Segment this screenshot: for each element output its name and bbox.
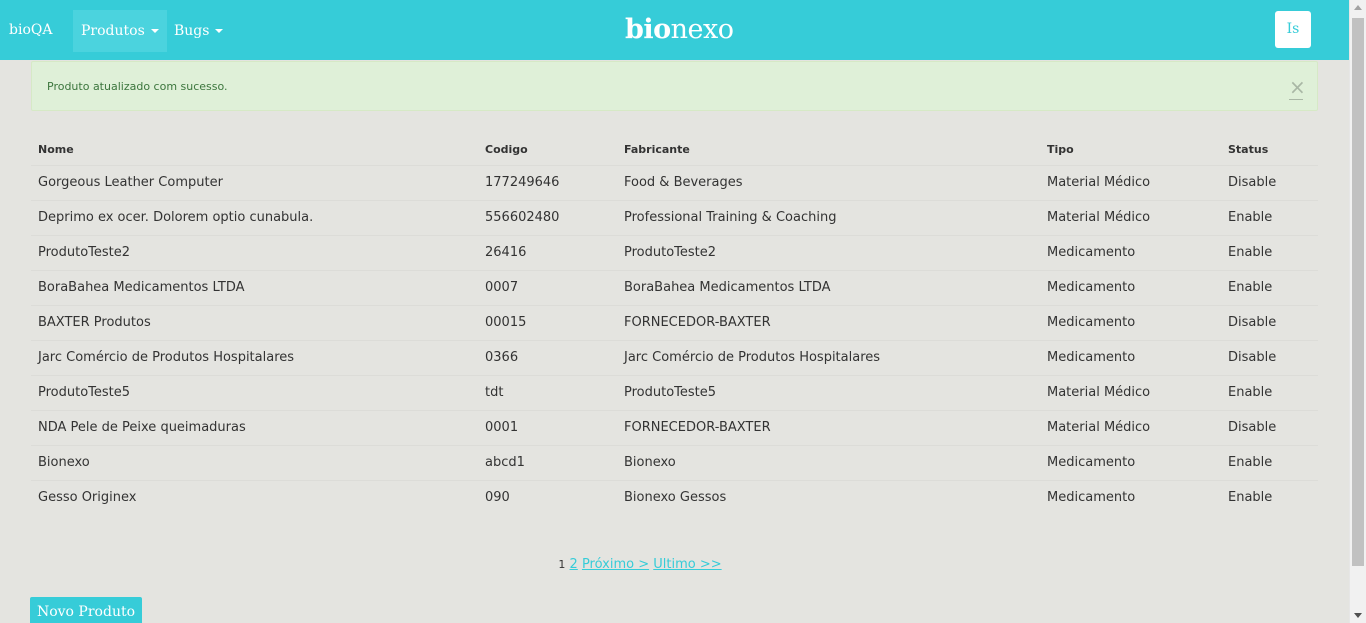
- cell-fabricante: ProdutoTeste2: [617, 234, 1040, 270]
- cell-tipo: Medicamento: [1040, 479, 1221, 515]
- cell-status: Disable: [1221, 304, 1318, 340]
- table-row[interactable]: ProdutoTeste2 26416 ProdutoTeste2 Medicamen…: [31, 234, 1318, 270]
- cell-status: Enable: [1221, 269, 1318, 305]
- cell-codigo: 177249646: [478, 164, 617, 200]
- table-row[interactable]: NDA Pele de Peixe queimaduras 0001 FORNECE…: [31, 409, 1318, 445]
- alert-message: Produto atualizado com sucesso.: [47, 80, 228, 93]
- vertical-scrollbar[interactable]: [1349, 0, 1366, 623]
- cell-nome: BoraBahea Medicamentos LTDA: [31, 269, 478, 305]
- cell-codigo: tdt: [478, 374, 617, 410]
- cell-nome: Gesso Originex: [31, 479, 478, 515]
- logo-part-nexo: nexo: [670, 14, 734, 45]
- cell-fabricante: ProdutoTeste5: [617, 374, 1040, 410]
- cell-codigo: 00015: [478, 304, 617, 340]
- col-header-fabricante: Fabricante: [624, 142, 690, 156]
- table-row[interactable]: ProdutoTeste5 tdt ProdutoTeste5 Material Mé…: [31, 374, 1318, 410]
- cell-status: Disable: [1221, 164, 1318, 200]
- nav-label-produtos: Produtos: [81, 23, 145, 39]
- brand-link[interactable]: bioQA: [9, 0, 52, 60]
- pagination-current-page: 1: [558, 558, 566, 571]
- scroll-up-arrow-icon[interactable]: [1354, 5, 1362, 10]
- cell-status: Enable: [1221, 234, 1318, 270]
- table-body: Gorgeous Leather Computer 177249646 Food &…: [31, 164, 1318, 515]
- caret-down-icon: [150, 29, 159, 33]
- table-row[interactable]: Deprimo ex ocer. Dolorem optio cunabula.…: [31, 199, 1318, 235]
- nav-dropdown-bugs[interactable]: Bugs: [166, 10, 231, 52]
- close-icon[interactable]: ×: [1289, 77, 1306, 100]
- cell-fabricante: FORNECEDOR-BAXTER: [617, 409, 1040, 445]
- cell-tipo: Medicamento: [1040, 444, 1221, 480]
- cell-tipo: Material Médico: [1040, 374, 1221, 410]
- cell-fabricante: Jarc Comércio de Produtos Hospitalares: [617, 339, 1040, 375]
- cell-fabricante: Bionexo Gessos: [617, 479, 1040, 515]
- cell-status: Enable: [1221, 444, 1318, 480]
- nav-dropdown-produtos[interactable]: Produtos: [73, 10, 167, 52]
- col-header-nome: Nome: [38, 142, 74, 156]
- cell-nome: ProdutoTeste2: [31, 234, 478, 270]
- scroll-down-arrow-icon[interactable]: [1354, 613, 1362, 618]
- cell-fabricante: Food & Beverages: [617, 164, 1040, 200]
- success-alert: Produto atualizado com sucesso. ×: [31, 61, 1318, 111]
- cell-codigo: 0007: [478, 269, 617, 305]
- logo-part-bio: bio: [625, 14, 671, 45]
- pagination-page-2-link[interactable]: 2: [570, 557, 578, 572]
- cell-tipo: Material Médico: [1040, 199, 1221, 235]
- cell-tipo: Medicamento: [1040, 269, 1221, 305]
- cell-fabricante: Bionexo: [617, 444, 1040, 480]
- cell-fabricante: FORNECEDOR-BAXTER: [617, 304, 1040, 340]
- table-row[interactable]: BAXTER Produtos 00015 FORNECEDOR-BAXTER Med…: [31, 304, 1318, 340]
- cell-nome: Bionexo: [31, 444, 478, 480]
- col-header-status: Status: [1228, 142, 1269, 156]
- nav-label-bugs: Bugs: [174, 23, 210, 39]
- cell-status: Enable: [1221, 199, 1318, 235]
- cell-nome: BAXTER Produtos: [31, 304, 478, 340]
- cell-codigo: 556602480: [478, 199, 617, 235]
- table-row[interactable]: Gorgeous Leather Computer 177249646 Food &…: [31, 164, 1318, 200]
- cell-codigo: abcd1: [478, 444, 617, 480]
- col-header-tipo: Tipo: [1047, 142, 1074, 156]
- cell-nome: NDA Pele de Peixe queimaduras: [31, 409, 478, 445]
- pagination-last-link[interactable]: Ultimo >>: [653, 557, 721, 572]
- caret-down-icon: [215, 29, 224, 33]
- cell-codigo: 0001: [478, 409, 617, 445]
- bionexo-logo: bionexo: [625, 8, 734, 52]
- cell-tipo: Medicamento: [1040, 339, 1221, 375]
- cell-status: Disable: [1221, 339, 1318, 375]
- cell-fabricante: BoraBahea Medicamentos LTDA: [617, 269, 1040, 305]
- cell-fabricante: Professional Training & Coaching: [617, 199, 1040, 235]
- products-table: Nome Codigo Fabricante Tipo Status Gorge…: [31, 134, 1318, 515]
- cell-status: Enable: [1221, 479, 1318, 515]
- user-avatar-button[interactable]: Is: [1275, 11, 1311, 48]
- cell-codigo: 090: [478, 479, 617, 515]
- cell-nome: Jarc Comércio de Produtos Hospitalares: [31, 339, 478, 375]
- table-row[interactable]: Bionexo abcd1 Bionexo Medicamento Enable: [31, 444, 1318, 480]
- pagination: 1 2 Próximo > Ultimo >>: [0, 557, 1280, 572]
- cell-nome: Deprimo ex ocer. Dolorem optio cunabula.: [31, 199, 478, 235]
- new-product-button[interactable]: Novo Produto: [30, 597, 142, 623]
- cell-tipo: Medicamento: [1040, 234, 1221, 270]
- cell-status: Disable: [1221, 409, 1318, 445]
- pagination-next-link[interactable]: Próximo >: [582, 557, 649, 572]
- cell-tipo: Medicamento: [1040, 304, 1221, 340]
- cell-tipo: Material Médico: [1040, 409, 1221, 445]
- table-row[interactable]: Jarc Comércio de Produtos Hospitalares 03…: [31, 339, 1318, 375]
- top-navbar: bioQA Produtos Bugs bionexo Is: [0, 0, 1366, 60]
- col-header-codigo: Codigo: [485, 142, 528, 156]
- cell-nome: ProdutoTeste5: [31, 374, 478, 410]
- table-row[interactable]: BoraBahea Medicamentos LTDA 0007 BoraBahea…: [31, 269, 1318, 305]
- cell-tipo: Material Médico: [1040, 164, 1221, 200]
- cell-codigo: 26416: [478, 234, 617, 270]
- cell-status: Enable: [1221, 374, 1318, 410]
- table-row[interactable]: Gesso Originex 090 Bionexo Gessos Medicamen…: [31, 479, 1318, 515]
- cell-codigo: 0366: [478, 339, 617, 375]
- table-header-row: Nome Codigo Fabricante Tipo Status: [31, 134, 1318, 165]
- cell-nome: Gorgeous Leather Computer: [31, 164, 478, 200]
- scrollbar-thumb[interactable]: [1352, 18, 1364, 566]
